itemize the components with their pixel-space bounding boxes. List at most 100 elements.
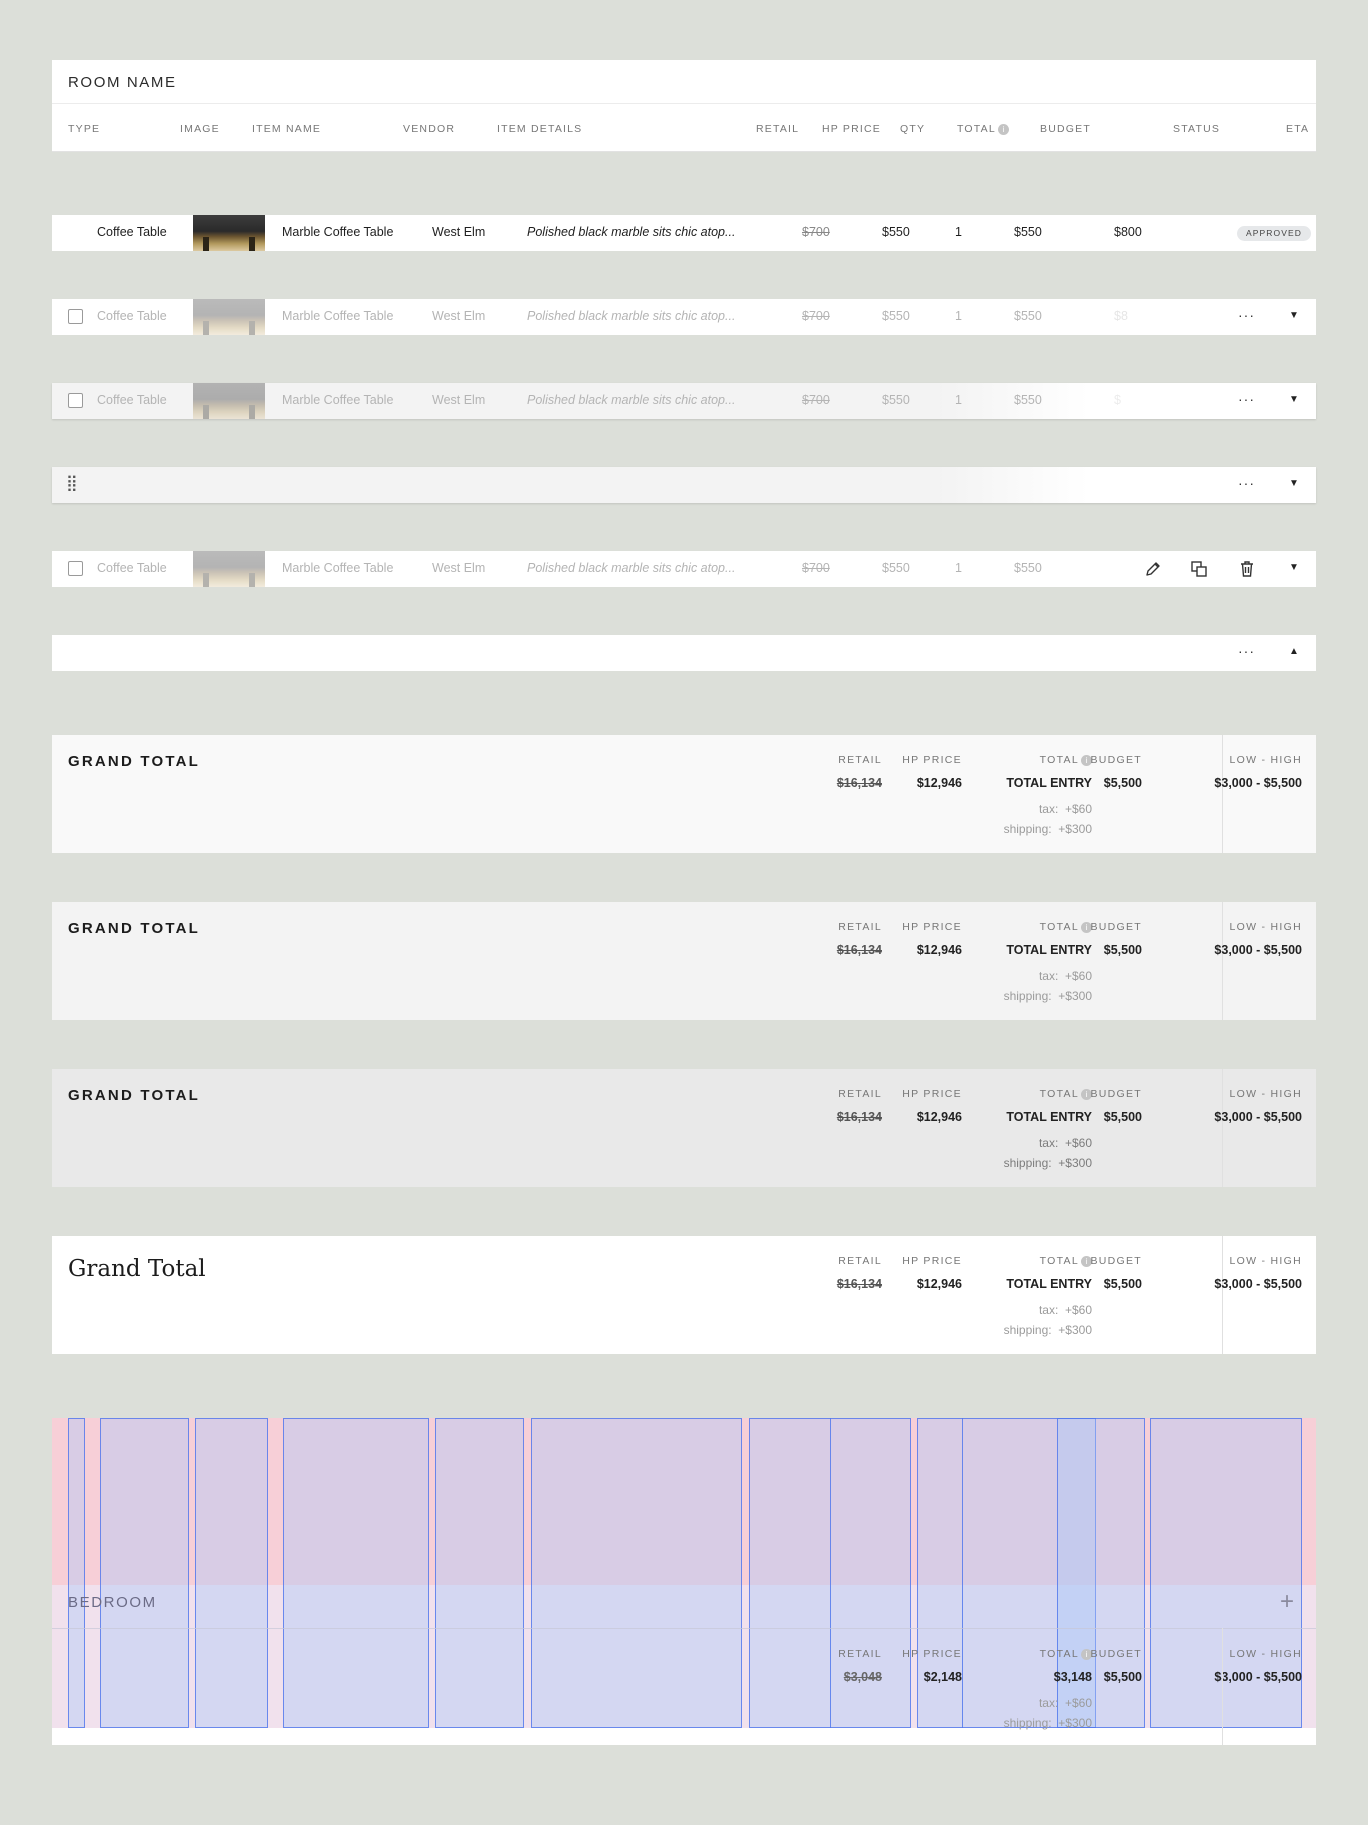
shipping-value: +$300 bbox=[1058, 822, 1092, 836]
row-checkbox[interactable] bbox=[68, 309, 83, 324]
grand-total-card: GRAND TOTAL RETAIL HP PRICE TOTAL i BUDGE… bbox=[52, 735, 1316, 853]
grand-total-budget: $5,500 bbox=[1103, 1277, 1142, 1291]
grand-total-budget: $5,500 bbox=[1103, 943, 1142, 957]
item-qty[interactable]: 1 bbox=[955, 225, 962, 239]
label-budget: BUDGET bbox=[1090, 1648, 1142, 1660]
shipping-value: +$300 bbox=[1058, 1716, 1092, 1730]
item-vendor: West Elm bbox=[432, 309, 486, 323]
label-budget: BUDGET bbox=[1090, 921, 1142, 933]
grid-overlay-section: BEDROOM + RETAIL HP PRICE TOTAL i BUDGET … bbox=[52, 1418, 1316, 1745]
more-icon[interactable]: ··· bbox=[1238, 643, 1255, 659]
edit-icon[interactable] bbox=[1144, 560, 1162, 583]
item-budget[interactable]: $800 bbox=[1114, 225, 1142, 239]
item-thumbnail[interactable] bbox=[193, 383, 265, 419]
shipping-value: +$300 bbox=[1058, 1156, 1092, 1170]
row-checkbox[interactable] bbox=[68, 393, 83, 408]
item-thumbnail[interactable] bbox=[193, 551, 265, 587]
more-icon[interactable]: ··· bbox=[1238, 475, 1255, 491]
divider bbox=[1222, 1069, 1223, 1187]
item-budget: $8 bbox=[1114, 309, 1128, 323]
table-row[interactable]: Coffee Table Marble Coffee Table West El… bbox=[52, 383, 1316, 419]
chevron-down-icon[interactable]: ▼ bbox=[1289, 562, 1299, 573]
label-range: LOW - HIGH bbox=[1229, 921, 1302, 933]
grand-total-title: GRAND TOTAL bbox=[68, 1087, 200, 1104]
grand-total-card: GRAND TOTAL RETAIL HP PRICE TOTAL i BUDGE… bbox=[52, 1069, 1316, 1187]
item-details: Polished black marble sits chic atop... bbox=[527, 225, 736, 239]
label-budget: BUDGET bbox=[1090, 1088, 1142, 1100]
item-qty[interactable]: 1 bbox=[955, 561, 962, 575]
col-type[interactable]: TYPE bbox=[68, 123, 100, 135]
item-budget: $ bbox=[1114, 393, 1121, 407]
item-details: Polished black marble sits chic atop... bbox=[527, 561, 736, 575]
bedroom-title[interactable]: BEDROOM bbox=[68, 1594, 157, 1611]
tax-line: tax: +$60 bbox=[942, 1136, 1092, 1150]
grand-total-title: Grand Total bbox=[68, 1256, 206, 1282]
tax-line: tax: +$60 bbox=[942, 802, 1092, 816]
room-title[interactable]: ROOM NAME bbox=[68, 74, 177, 91]
item-hp-price: $550 bbox=[882, 393, 910, 407]
trash-icon[interactable] bbox=[1238, 560, 1256, 583]
col-status[interactable]: STATUS bbox=[1173, 123, 1220, 135]
divider bbox=[1222, 1236, 1223, 1354]
add-icon[interactable]: + bbox=[1280, 1588, 1294, 1616]
item-total: $550 bbox=[1014, 309, 1042, 323]
tax-line: tax: +$60 bbox=[942, 1696, 1092, 1710]
more-icon[interactable]: ··· bbox=[1238, 307, 1255, 323]
label-range: LOW - HIGH bbox=[1229, 754, 1302, 766]
info-icon[interactable]: i bbox=[997, 123, 1009, 135]
table-row-dragging[interactable]: ⣿ ··· ▼ bbox=[52, 467, 1316, 503]
col-image: IMAGE bbox=[180, 123, 220, 135]
chevron-down-icon[interactable]: ▼ bbox=[1289, 394, 1299, 405]
table-row[interactable]: Coffee Table Marble Coffee Table West El… bbox=[52, 215, 1316, 251]
label-budget: BUDGET bbox=[1090, 754, 1142, 766]
shipping-value: +$300 bbox=[1058, 989, 1092, 1003]
item-hp-price: $550 bbox=[882, 309, 910, 323]
item-name[interactable]: Marble Coffee Table bbox=[282, 309, 393, 323]
shipping-line: shipping: +$300 bbox=[942, 822, 1092, 836]
more-icon[interactable]: ··· bbox=[1238, 391, 1255, 407]
grid-column bbox=[435, 1418, 524, 1728]
grid-column bbox=[100, 1418, 189, 1728]
tax-label: tax: bbox=[1038, 1136, 1059, 1150]
item-qty[interactable]: 1 bbox=[955, 393, 962, 407]
tax-value: +$60 bbox=[1064, 802, 1092, 816]
item-type: Coffee Table bbox=[97, 225, 167, 239]
tax-line: tax: +$60 bbox=[942, 969, 1092, 983]
tax-line: tax: +$60 bbox=[942, 1303, 1092, 1317]
shipping-label: shipping: bbox=[1003, 1716, 1052, 1730]
col-total-label: TOTAL bbox=[957, 123, 996, 135]
col-eta[interactable]: ETA bbox=[1286, 123, 1309, 135]
grand-total-budget: $5,500 bbox=[1103, 1110, 1142, 1124]
item-details: Polished black marble sits chic atop... bbox=[527, 309, 736, 323]
item-thumbnail[interactable] bbox=[193, 215, 265, 251]
drag-handle-icon[interactable]: ⣿ bbox=[66, 476, 78, 492]
bedroom-divider bbox=[52, 1628, 1316, 1629]
status-badge[interactable]: APPROVED bbox=[1237, 226, 1312, 241]
col-item-name[interactable]: ITEM NAME bbox=[252, 123, 321, 135]
chevron-down-icon[interactable]: ▼ bbox=[1289, 310, 1299, 321]
item-qty[interactable]: 1 bbox=[955, 309, 962, 323]
chevron-down-icon[interactable]: ▼ bbox=[1289, 478, 1299, 489]
grand-total-range: $3,000 - $5,500 bbox=[1214, 1277, 1302, 1291]
col-budget[interactable]: BUDGET bbox=[1040, 123, 1091, 135]
table-row-empty[interactable]: ··· ▲ bbox=[52, 635, 1316, 671]
item-name[interactable]: Marble Coffee Table bbox=[282, 393, 393, 407]
duplicate-icon[interactable] bbox=[1190, 560, 1208, 583]
col-qty[interactable]: QTY bbox=[900, 123, 925, 135]
tax-label: tax: bbox=[1038, 802, 1059, 816]
item-name[interactable]: Marble Coffee Table bbox=[282, 561, 393, 575]
col-hp-price[interactable]: HP PRICE bbox=[822, 123, 881, 135]
grand-total-card: GRAND TOTAL RETAIL HP PRICE TOTAL i BUDGE… bbox=[52, 902, 1316, 1020]
table-row[interactable]: Coffee Table Marble Coffee Table West El… bbox=[52, 299, 1316, 335]
col-retail[interactable]: RETAIL bbox=[756, 123, 799, 135]
item-details: Polished black marble sits chic atop... bbox=[527, 393, 736, 407]
item-name[interactable]: Marble Coffee Table bbox=[282, 225, 393, 239]
item-vendor: West Elm bbox=[432, 225, 486, 239]
col-vendor[interactable]: VENDOR bbox=[403, 123, 455, 135]
item-thumbnail[interactable] bbox=[193, 299, 265, 335]
chevron-up-icon[interactable]: ▲ bbox=[1289, 646, 1299, 657]
table-row[interactable]: Coffee Table Marble Coffee Table West El… bbox=[52, 551, 1316, 587]
col-total[interactable]: TOTAL i bbox=[957, 123, 1009, 135]
shipping-label: shipping: bbox=[1003, 1323, 1052, 1337]
row-checkbox[interactable] bbox=[68, 561, 83, 576]
